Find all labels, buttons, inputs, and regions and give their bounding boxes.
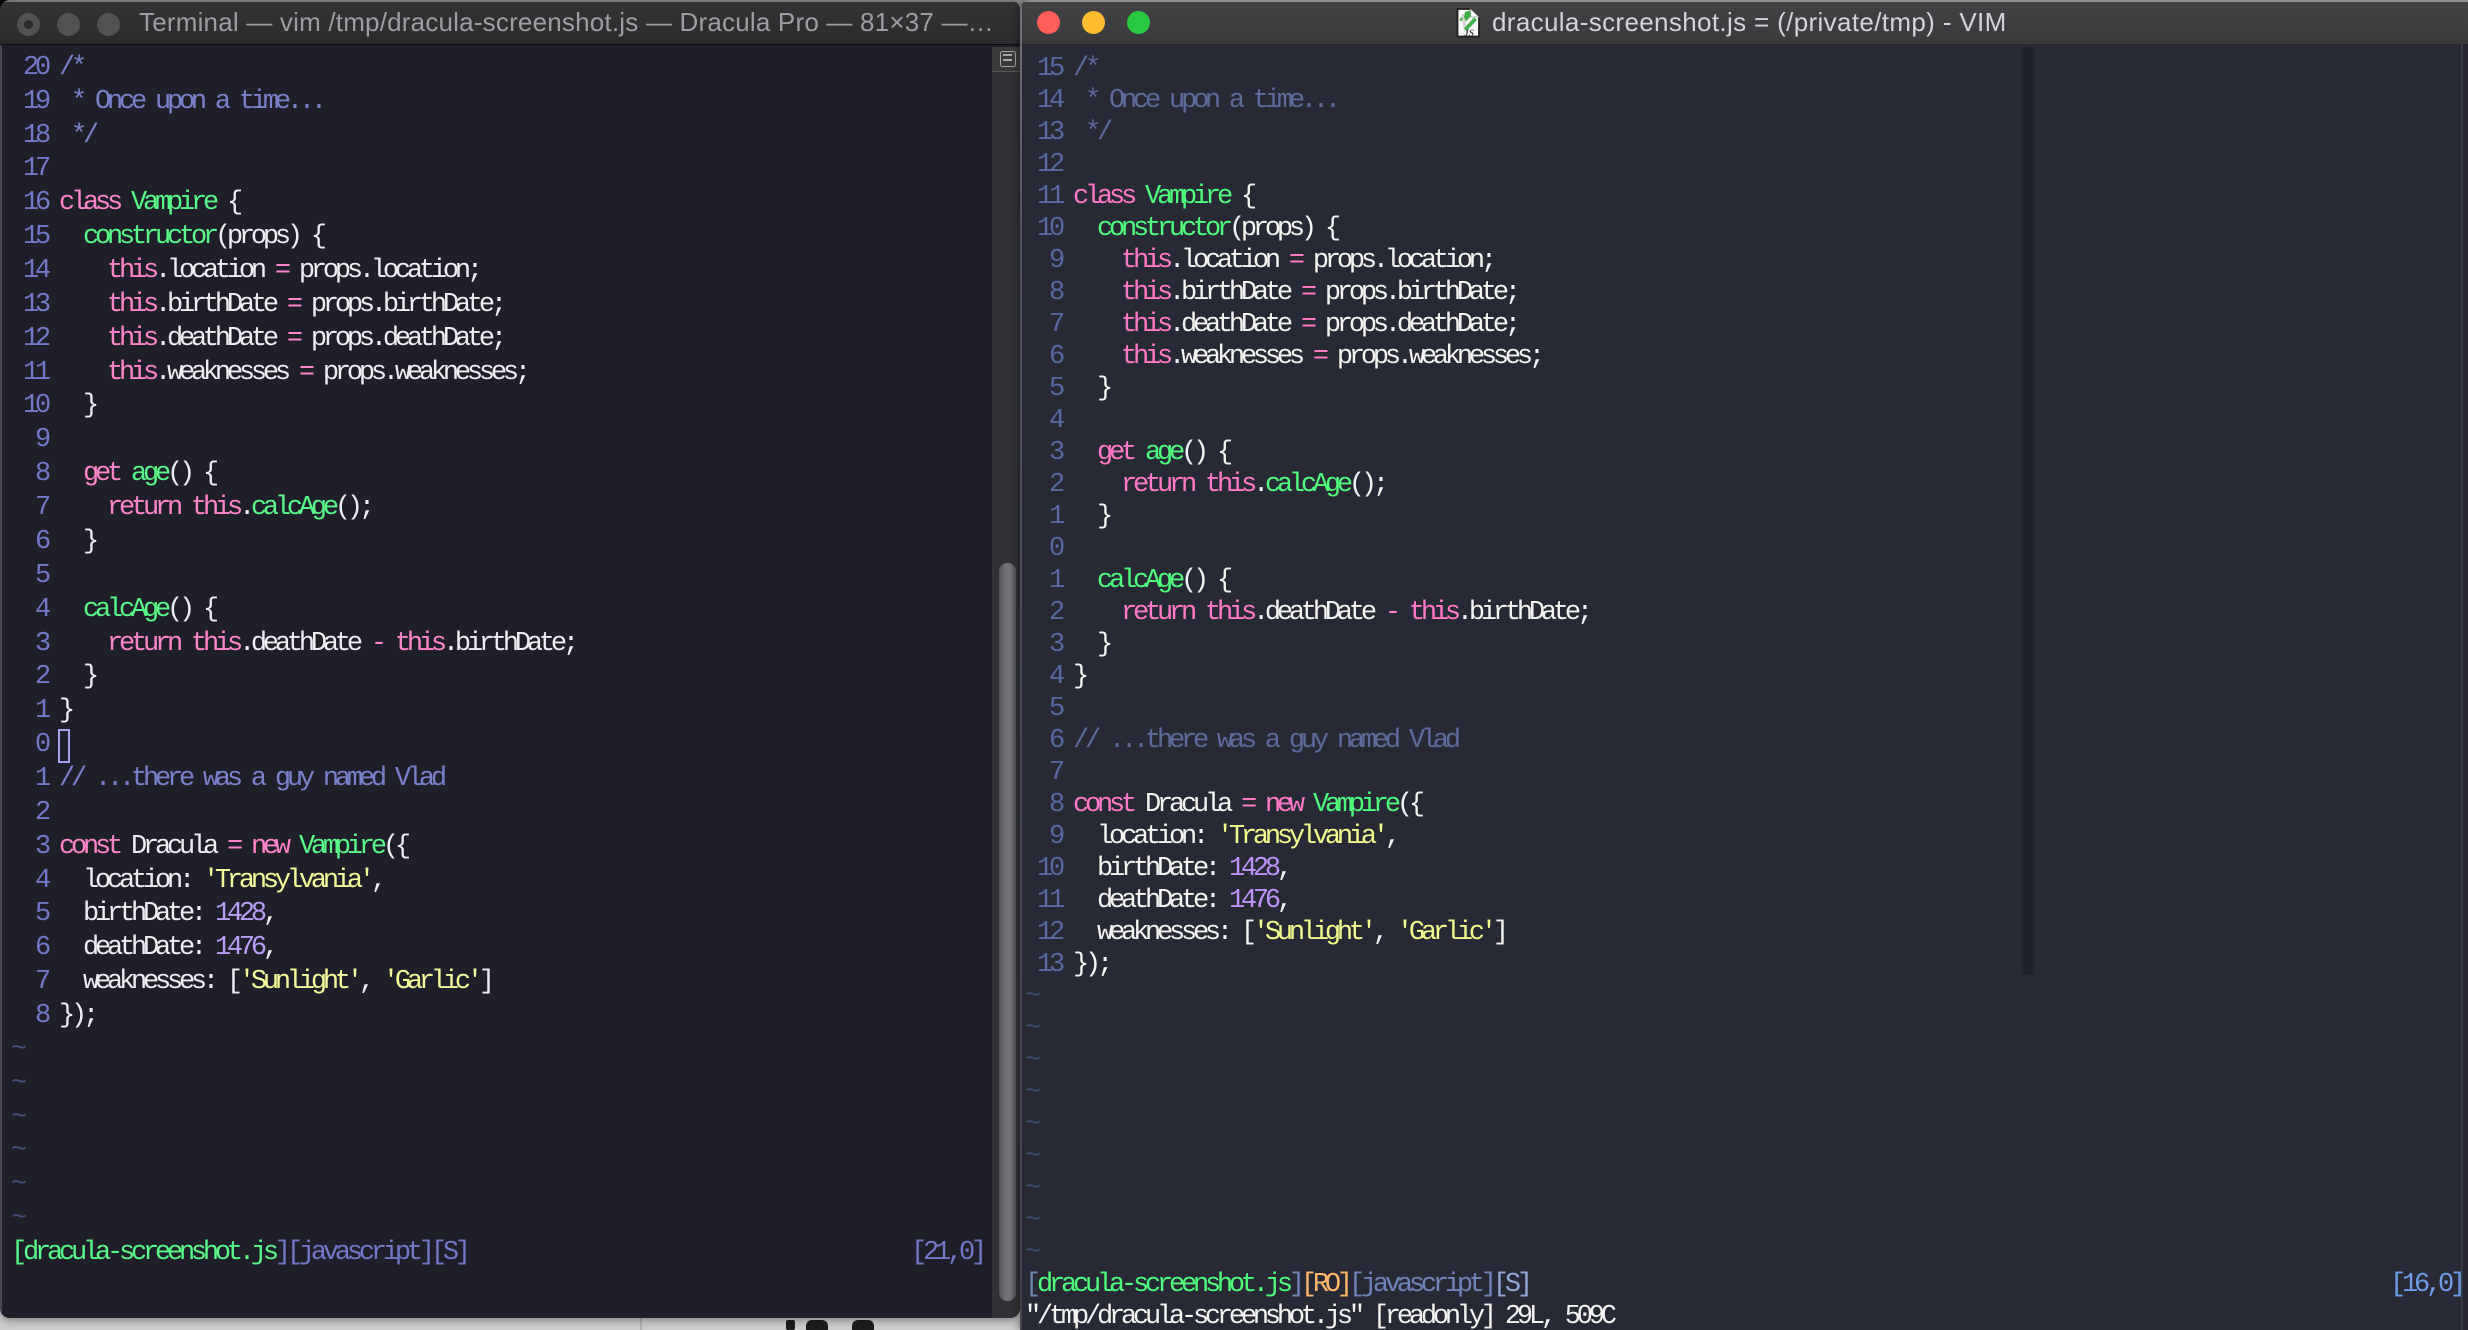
svg-text:JS: JS <box>1463 29 1474 39</box>
